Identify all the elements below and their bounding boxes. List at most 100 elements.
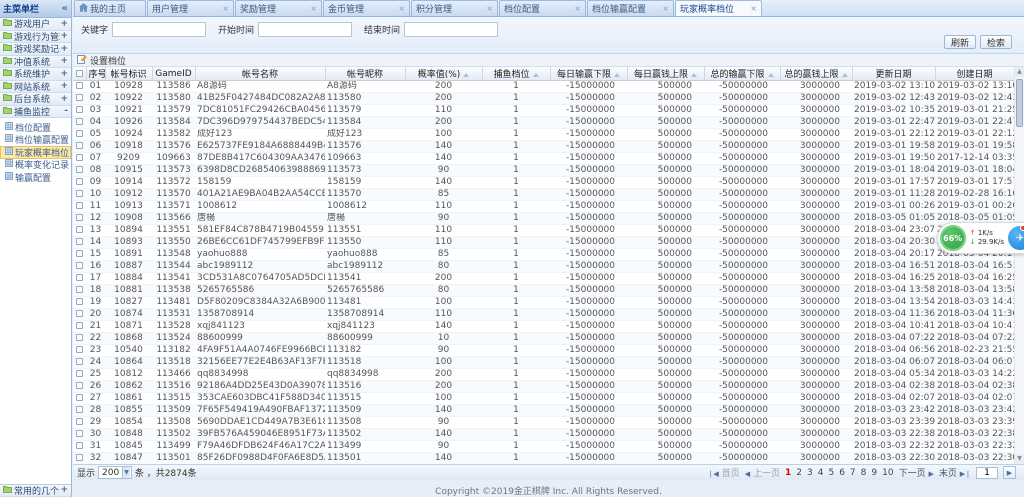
row-checkbox[interactable] [76, 298, 83, 305]
table-row[interactable]: 22108681135248860099988600999101-1500000… [73, 333, 1014, 345]
page-number-3[interactable]: 3 [807, 468, 813, 478]
row-checkbox[interactable] [76, 190, 83, 197]
row-checkbox[interactable] [76, 274, 83, 281]
table-row[interactable]: 1010912113570401A21AE9BA04B2AA54CCEB48A8… [73, 189, 1014, 201]
column-header[interactable]: 帐号昵称 [325, 67, 405, 81]
scroll-down-icon[interactable]: ▼ [1015, 454, 1024, 464]
row-checkbox[interactable] [76, 142, 83, 149]
table-row[interactable]: 0110928113586A8源码A8源码2001-15000000500000… [73, 81, 1014, 93]
column-header[interactable]: GameID [152, 67, 195, 81]
row-checkbox[interactable] [76, 310, 83, 317]
net-percent-badge[interactable]: 66% [940, 225, 966, 251]
page-number-4[interactable]: 4 [818, 468, 824, 478]
goto-page-input[interactable] [976, 467, 998, 479]
column-header[interactable]: 概率值(%) [405, 67, 482, 81]
first-page-button[interactable]: ❘◀ 首页 [708, 466, 740, 479]
close-icon[interactable]: × [398, 5, 405, 13]
set-tier-button[interactable]: 设置档位 [90, 54, 126, 67]
table-row[interactable]: 1510891113548yaohuo888yaohuo888851-15000… [73, 249, 1014, 261]
sidebar-group-0[interactable]: 游戏用户+ [0, 18, 71, 31]
row-checkbox[interactable] [76, 106, 83, 113]
expand-toggle-icon[interactable]: + [60, 44, 68, 54]
page-number-6[interactable]: 6 [839, 468, 845, 478]
tab-4[interactable]: 积分管理× [411, 0, 498, 16]
table-row[interactable]: 04109261135847DC396D979754437BEDC54B755F… [73, 117, 1014, 129]
expand-toggle-icon[interactable]: + [60, 485, 68, 495]
sidebar-group-2[interactable]: 游戏奖励记录+ [0, 43, 71, 56]
sidebar-group-6[interactable]: 后台系统+ [0, 93, 71, 106]
table-row[interactable]: 29108541135085690DDAE1CD449A7B3E618E22FE… [73, 417, 1014, 429]
row-checkbox[interactable] [76, 358, 83, 365]
sidebar-tree-item-3[interactable]: 概率变化记录 [0, 159, 71, 172]
table-row[interactable]: 021092211358041B25F0427484DC082A2A8F1FF1… [73, 93, 1014, 105]
expand-toggle-icon[interactable]: + [60, 31, 68, 41]
tab-6[interactable]: 档位输赢配置× [587, 0, 674, 16]
table-row[interactable]: 2110871113528xqj841123xqj8411231401-1500… [73, 321, 1014, 333]
tab-0[interactable]: 我的主页 [74, 0, 146, 16]
expand-toggle-icon[interactable]: + [60, 69, 68, 79]
next-page-button[interactable]: 下一页 ▶ [899, 466, 934, 479]
goto-page-button[interactable]: ▶ [1003, 466, 1016, 479]
page-number-9[interactable]: 9 [871, 468, 877, 478]
sidebar-group-5[interactable]: 网站系统+ [0, 81, 71, 94]
sort-arrow-icon[interactable] [842, 73, 848, 77]
net-speed-overlay[interactable]: 66% ↑ 1K/s ↓ 29.9K/s ✈ [937, 222, 1024, 254]
search-button[interactable]: 检索 [980, 35, 1012, 49]
row-checkbox[interactable] [76, 286, 83, 293]
table-row[interactable]: 1910827113481D5F80209C8384A32A6B900B5B39… [73, 297, 1014, 309]
expand-toggle-icon[interactable]: + [60, 94, 68, 104]
sort-arrow-icon[interactable] [614, 73, 620, 77]
table-row[interactable]: 2710861113515353CAE603DBC41F588D34003DD5… [73, 393, 1014, 405]
start-time-input[interactable] [258, 22, 352, 37]
row-checkbox[interactable] [76, 154, 83, 161]
tab-1[interactable]: 用户管理× [147, 0, 234, 16]
table-row[interactable]: 1210908113566唐楊唐楊901-15000000500000-5000… [73, 213, 1014, 225]
column-header[interactable]: 总的输赢下限 [704, 67, 780, 81]
table-row[interactable]: 181088111353852657655865265765586801-150… [73, 285, 1014, 297]
table-row[interactable]: 17108841135413CD531A8C0764705AD5DCF95B01… [73, 273, 1014, 285]
table-row[interactable]: 1610887113544abc1989112abc1989112801-150… [73, 261, 1014, 273]
row-checkbox[interactable] [76, 130, 83, 137]
row-checkbox[interactable] [76, 238, 83, 245]
table-row[interactable]: 2510812113466qq8834998qq88349982001-1500… [73, 369, 1014, 381]
table-row[interactable]: 07920910966387DE8B417C604309AA3476DEF84B… [73, 153, 1014, 165]
column-header[interactable]: 序号 [86, 67, 105, 81]
row-checkbox[interactable] [76, 346, 83, 353]
sidebar-tree-item-2[interactable]: 玩家概率档位 [0, 146, 71, 159]
sidebar-collapse-icon[interactable]: « [62, 3, 68, 14]
row-checkbox[interactable] [76, 418, 83, 425]
table-row[interactable]: 3110845113499F79A46DFDB624F46A17C2A954A9… [73, 441, 1014, 453]
sidebar-group-3[interactable]: 冲值系统+ [0, 56, 71, 69]
row-checkbox[interactable] [76, 166, 83, 173]
table-row[interactable]: 0510924113582成好123成好1231001-150000005000… [73, 129, 1014, 141]
row-checkbox[interactable] [76, 442, 83, 449]
row-checkbox[interactable] [76, 370, 83, 377]
column-header[interactable]: 捕鱼档位 [482, 67, 550, 81]
sidebar-group-4[interactable]: 系统维护+ [0, 68, 71, 81]
sort-arrow-icon[interactable] [533, 73, 539, 77]
page-number-8[interactable]: 8 [861, 468, 867, 478]
tab-3[interactable]: 金币管理× [323, 0, 410, 16]
column-header[interactable]: 帐号标识 [105, 67, 152, 81]
row-checkbox[interactable] [76, 454, 83, 461]
row-checkbox[interactable] [76, 178, 83, 185]
sort-arrow-icon[interactable] [768, 73, 774, 77]
tab-2[interactable]: 奖励管理× [235, 0, 322, 16]
column-header[interactable]: 每日赢钱上限 [627, 67, 704, 81]
end-time-input[interactable] [404, 22, 498, 37]
refresh-button[interactable]: 刷新 [944, 35, 976, 49]
row-checkbox[interactable] [76, 430, 83, 437]
table-row[interactable]: 261086211351692186A4DD25E43D0A3907858E49… [73, 381, 1014, 393]
expand-toggle-icon[interactable]: + [60, 19, 68, 29]
expand-toggle-icon[interactable]: + [60, 56, 68, 66]
table-row[interactable]: 0610918113576E625737FE9184A6888449B4CECE… [73, 141, 1014, 153]
row-checkbox[interactable] [76, 118, 83, 125]
scroll-thumb[interactable] [1016, 79, 1023, 127]
column-header[interactable]: 创建日期 [935, 67, 1014, 81]
sidebar-tree-item-0[interactable]: 档位配置 [0, 121, 71, 134]
table-row[interactable]: 28108551135097F65F549419A490FBAF13723B87… [73, 405, 1014, 417]
sidebar-group-bottom[interactable]: 常用的几个+ [0, 485, 71, 497]
table-row[interactable]: 1110913113571100861210086121101-15000000… [73, 201, 1014, 213]
column-header[interactable]: 每日输赢下限 [550, 67, 627, 81]
table-row[interactable]: 23105401131824FA9F51A4A0746FE9966BCE144F… [73, 345, 1014, 357]
